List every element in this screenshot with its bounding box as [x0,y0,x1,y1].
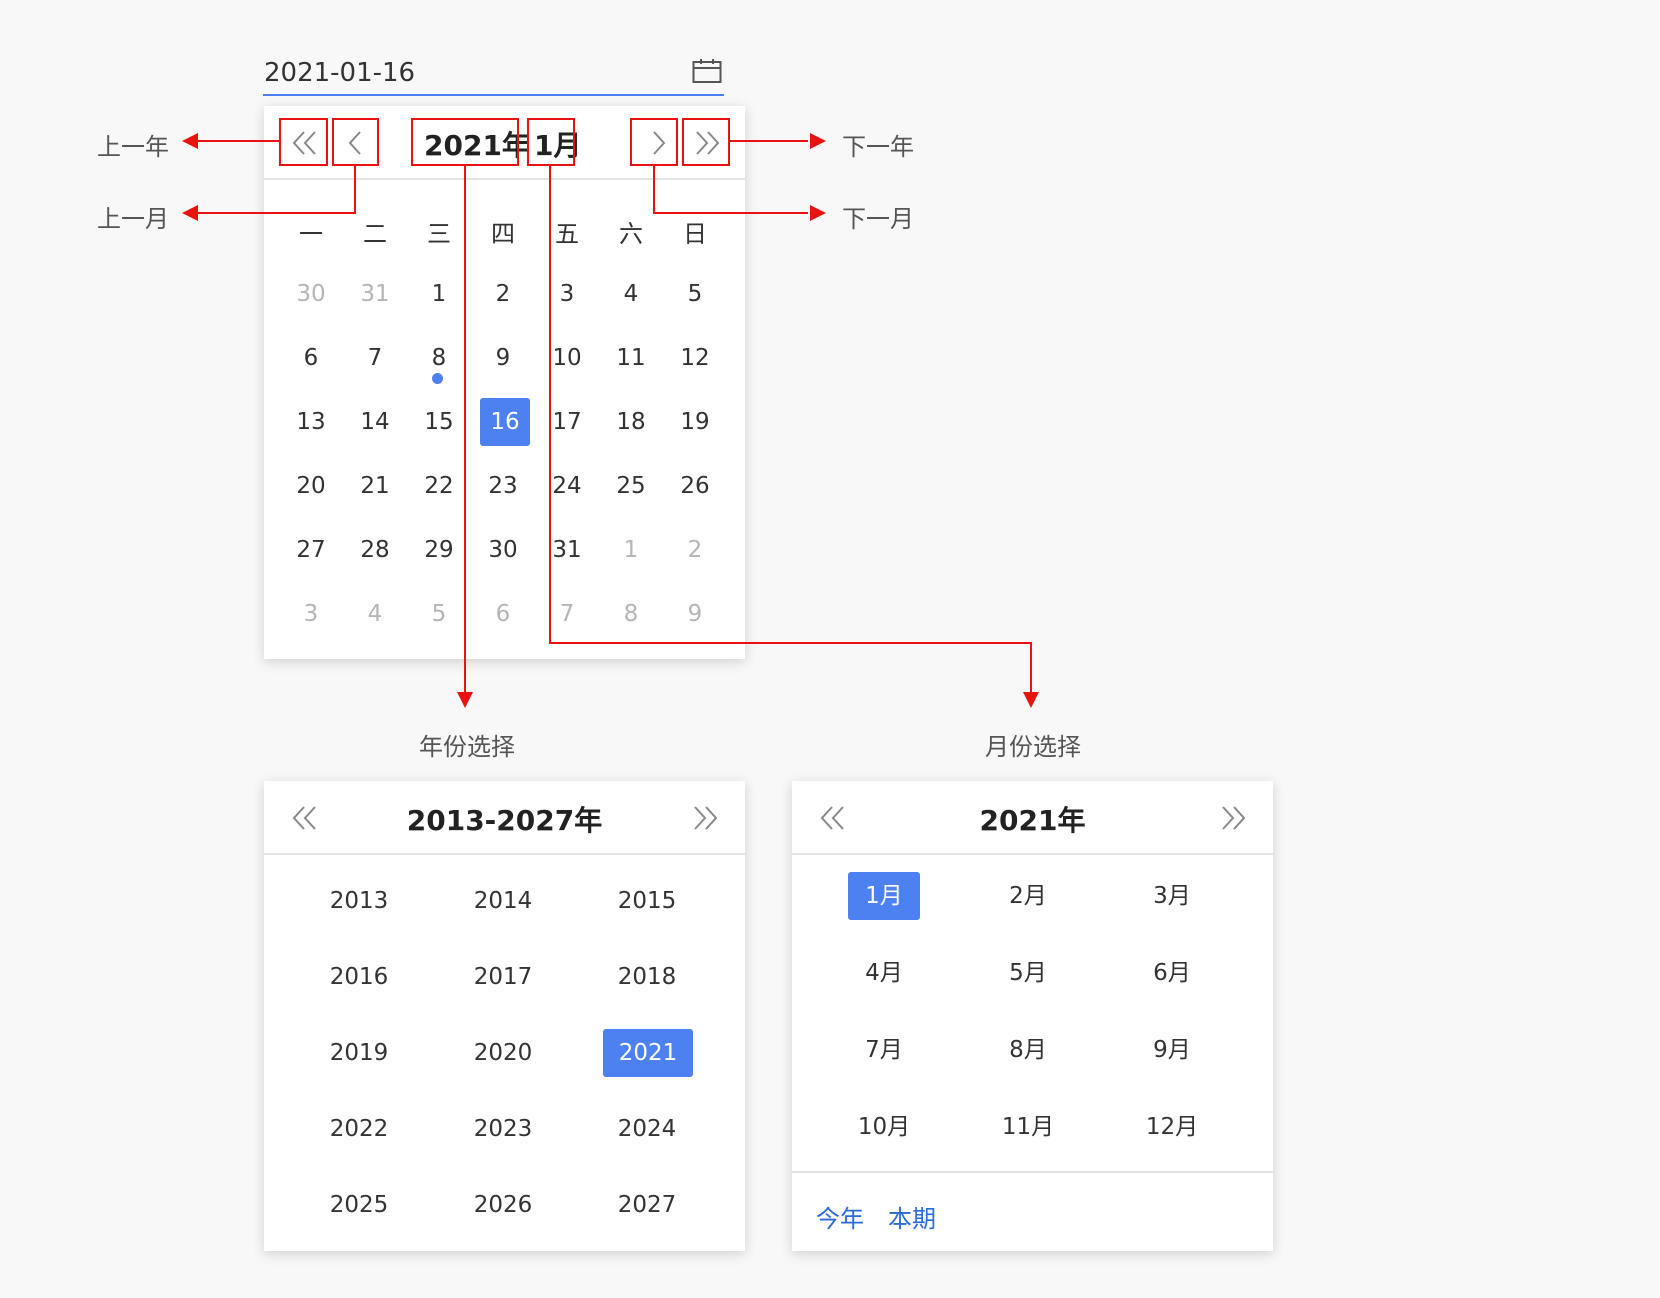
annotation-next-month: 下一月 [842,205,914,233]
annotation-month-select: 月份选择 [985,733,1081,761]
annotation-next-year: 下一年 [842,133,914,161]
annotation-prev-month: 上一月 [97,205,169,233]
annotation-prev-year: 上一年 [97,133,169,161]
annotation-year-select: 年份选择 [419,733,515,761]
annotation-arrows [182,133,1039,708]
